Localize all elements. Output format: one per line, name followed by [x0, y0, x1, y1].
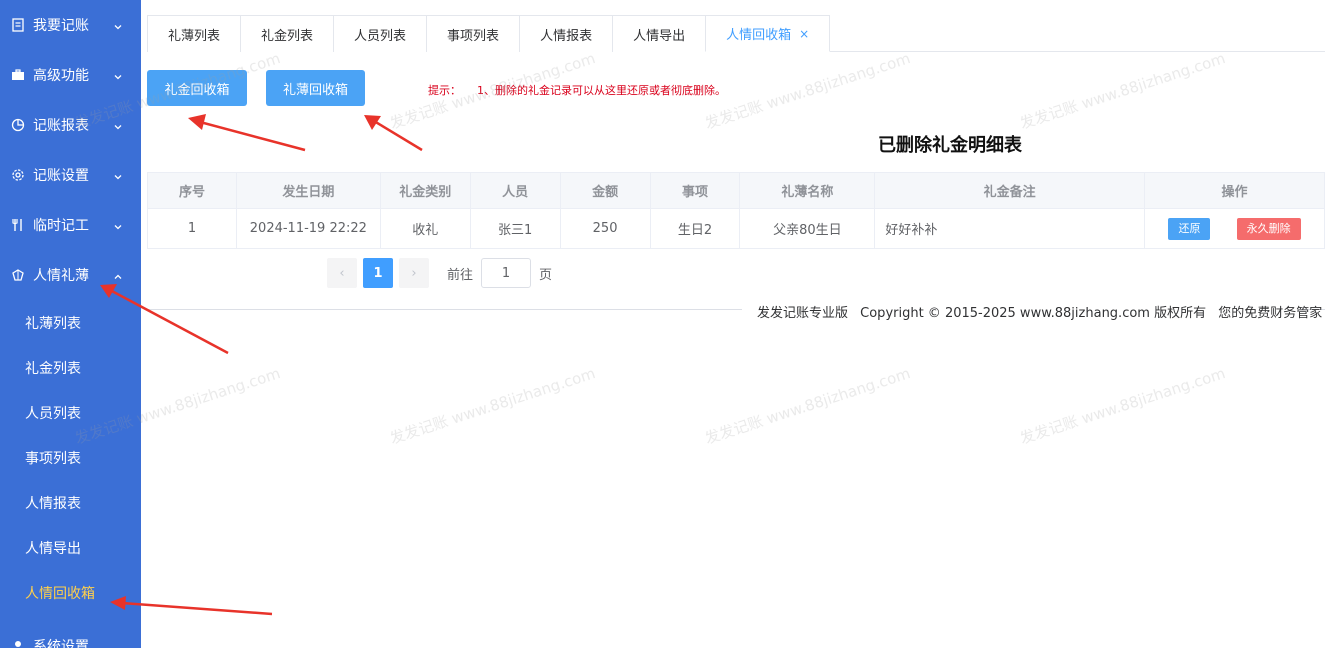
footer-slogan: 您的免费财务管家 [1218, 306, 1323, 321]
cell-actions: 还原 永久删除 [1144, 208, 1325, 249]
prev-page-button[interactable]: ‹ [327, 258, 357, 288]
sidebar-item-label: 人情礼薄 [33, 268, 89, 284]
tab-gift-book-list[interactable]: 礼薄列表 [147, 15, 242, 52]
col-header-index: 序号 [147, 172, 237, 209]
page-unit-label: 页 [539, 267, 553, 283]
tip-text: 提示： 1、删除的礼金记录可以从这里还原或者彻底删除。 [428, 82, 726, 98]
tip-label: 提示： [428, 84, 461, 97]
permanent-delete-button[interactable]: 永久删除 [1236, 217, 1301, 240]
sidebar-item-label: 系统设置 [33, 639, 89, 648]
tab-event-list[interactable]: 事项列表 [426, 15, 521, 52]
tab-recycle-bin[interactable]: 人情回收箱 × [705, 15, 831, 52]
sidebar-subitem-recycle-bin[interactable]: 人情回收箱 [0, 570, 141, 615]
col-header-book: 礼薄名称 [739, 172, 876, 209]
chevron-up-icon [113, 270, 123, 280]
cell-amount: 250 [559, 208, 651, 249]
col-header-person: 人员 [469, 172, 561, 209]
watermark: 发发记账 www.88jizhang.com [387, 364, 598, 448]
cell-note: 好好补补 [874, 208, 1146, 249]
footer-copyright: Copyright © 2015-2025 www.88jizhang.com … [860, 306, 1207, 321]
sidebar-subitem-event-list[interactable]: 事项列表 [0, 435, 141, 480]
table-row: 1 2024-11-19 22:22 收礼 张三1 250 生日2 父亲80生日… [147, 208, 1325, 249]
sidebar-subitem-gift-money-list[interactable]: 礼金列表 [0, 345, 141, 390]
sidebar-item-gift-book[interactable]: 人情礼薄 [0, 250, 141, 300]
sidebar-subitem-gift-book-list[interactable]: 礼薄列表 [0, 300, 141, 345]
sidebar-item-label: 记账设置 [33, 168, 89, 184]
chevron-down-icon [113, 20, 123, 30]
watermark: 发发记账 www.88jizhang.com [702, 364, 913, 448]
footer: 发发记账专业版 Copyright © 2015-2025 www.88jizh… [757, 302, 1325, 321]
watermark: 发发记账 www.88jizhang.com [1017, 49, 1228, 133]
tab-bar: 礼薄列表 礼金列表 人员列表 事项列表 人情报表 人情导出 人情回收箱 × [147, 15, 1325, 52]
table-header-row: 序号 发生日期 礼金类别 人员 金额 事项 礼薄名称 礼金备注 操作 [147, 172, 1325, 209]
gear-icon [10, 167, 26, 183]
col-header-note: 礼金备注 [874, 172, 1146, 209]
tab-label: 人情回收箱 [726, 28, 792, 43]
footer-divider [147, 309, 742, 310]
col-header-amount: 金额 [559, 172, 651, 209]
chevron-down-icon [113, 220, 123, 230]
close-icon[interactable]: × [799, 27, 809, 41]
gift-book-bin-button[interactable]: 礼薄回收箱 [266, 70, 365, 106]
chevron-down-icon [113, 120, 123, 130]
cell-index: 1 [147, 208, 237, 249]
sidebar-item-advanced[interactable]: 高级功能 [0, 50, 141, 100]
tab-gift-money-list[interactable]: 礼金列表 [240, 15, 335, 52]
tab-gift-export[interactable]: 人情导出 [612, 15, 707, 52]
sidebar-item-label: 临时记工 [33, 218, 89, 234]
table-title: 已删除礼金明细表 [878, 135, 1022, 156]
cell-category: 收礼 [379, 208, 471, 249]
goto-page-input[interactable] [481, 258, 532, 288]
user-icon [10, 638, 26, 648]
cell-date: 2024-11-19 22:22 [235, 208, 381, 249]
watermark: 发发记账 www.88jizhang.com [1017, 364, 1228, 448]
sidebar-item-label: 我要记账 [33, 18, 89, 34]
col-header-actions: 操作 [1144, 172, 1325, 209]
chevron-down-icon [113, 170, 123, 180]
sidebar-item-reports[interactable]: 记账报表 [0, 100, 141, 150]
page-number-current[interactable]: 1 [363, 258, 393, 288]
sidebar-item-system-settings[interactable]: 系统设置 [0, 621, 141, 648]
sidebar-item-temp-work[interactable]: 临时记工 [0, 200, 141, 250]
col-header-event: 事项 [649, 172, 741, 209]
sidebar-item-settings[interactable]: 记账设置 [0, 150, 141, 200]
pagination: ‹ 1 › 前往 页 [327, 258, 552, 288]
arrow-to-gift-book-bin [364, 115, 423, 152]
sidebar-subitem-person-list[interactable]: 人员列表 [0, 390, 141, 435]
sidebar: 我要记账 高级功能 记账报表 记账设置 临时记工 人情礼薄 礼薄列表 礼金列表 … [0, 0, 141, 648]
sidebar-subitem-gift-report[interactable]: 人情报表 [0, 480, 141, 525]
sidebar-item-label: 高级功能 [33, 68, 89, 84]
briefcase-icon [10, 67, 26, 83]
footer-brand: 发发记账专业版 [757, 306, 849, 321]
cell-person: 张三1 [469, 208, 561, 249]
sidebar-item-label: 记账报表 [33, 118, 89, 134]
next-page-button[interactable]: › [399, 258, 429, 288]
col-header-category: 礼金类别 [379, 172, 471, 209]
tools-icon [10, 217, 26, 233]
deleted-gift-table: 序号 发生日期 礼金类别 人员 金额 事项 礼薄名称 礼金备注 操作 1 202… [147, 172, 1325, 249]
tab-gift-report[interactable]: 人情报表 [519, 15, 614, 52]
goto-label: 前往 [447, 267, 474, 283]
arrow-to-gift-money-bin [188, 114, 306, 152]
col-header-date: 发生日期 [235, 172, 381, 209]
tip-message: 1、删除的礼金记录可以从这里还原或者彻底删除。 [477, 84, 726, 97]
tab-person-list[interactable]: 人员列表 [333, 15, 428, 52]
pie-chart-icon [10, 117, 26, 133]
gift-icon [10, 267, 26, 283]
cell-book: 父亲80生日 [739, 208, 876, 249]
cell-event: 生日2 [649, 208, 741, 249]
gift-money-bin-button[interactable]: 礼金回收箱 [147, 70, 247, 106]
sidebar-subitem-gift-export[interactable]: 人情导出 [0, 525, 141, 570]
watermark: 发发记账 www.88jizhang.com [702, 49, 913, 133]
chevron-down-icon [113, 70, 123, 80]
restore-button[interactable]: 还原 [1168, 217, 1211, 240]
document-icon [10, 17, 26, 33]
sidebar-item-bookkeeping[interactable]: 我要记账 [0, 0, 141, 50]
